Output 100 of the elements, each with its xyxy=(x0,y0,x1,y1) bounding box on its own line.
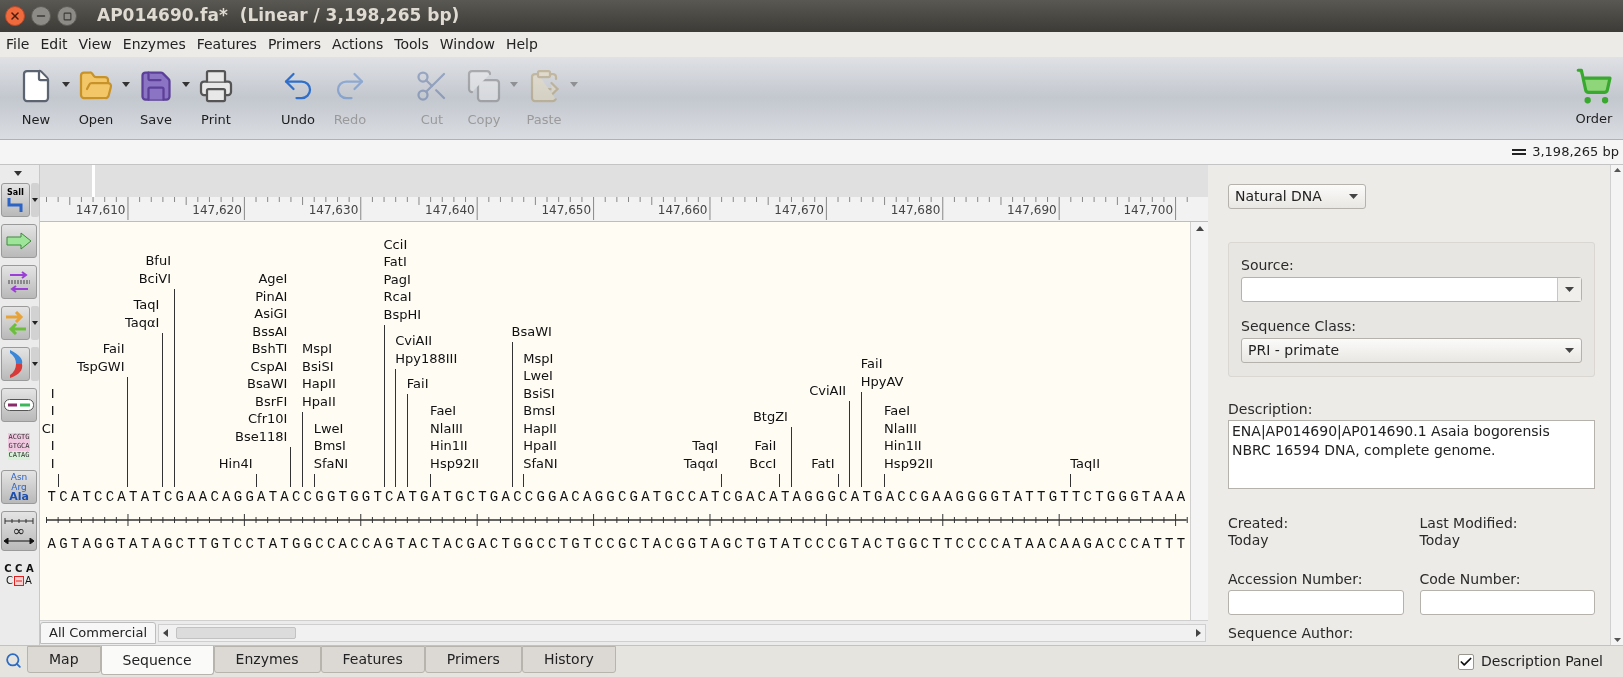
enzyme-label[interactable]: HpaII xyxy=(523,437,557,455)
enzyme-label[interactable]: BsiSI xyxy=(523,384,555,402)
tool-button[interactable]: SalI xyxy=(1,183,30,217)
minimize-button[interactable] xyxy=(31,6,51,26)
enzyme-label[interactable]: BtgZI xyxy=(752,407,788,425)
enzyme-label[interactable]: TaqI xyxy=(133,296,160,314)
enzyme-label[interactable]: HapII xyxy=(302,375,336,393)
enzyme-label[interactable]: CviAII xyxy=(809,381,847,399)
enzyme-label[interactable]: NlaIII xyxy=(884,419,917,437)
tool-button[interactable] xyxy=(1,347,30,381)
enzyme-label[interactable]: AgeI xyxy=(258,270,288,288)
view-tab[interactable]: History xyxy=(521,646,616,673)
view-tab[interactable]: Primers xyxy=(424,646,522,673)
description-panel-checkbox[interactable] xyxy=(1458,653,1475,670)
enzyme-label[interactable]: AsiGI xyxy=(254,305,288,323)
enzyme-label[interactable]: TaqI xyxy=(692,437,719,455)
enzyme-label[interactable]: I xyxy=(50,402,55,420)
enzyme-label[interactable]: TaqαI xyxy=(124,313,160,331)
enzyme-label[interactable]: BshTI xyxy=(251,340,288,358)
enzyme-label[interactable]: HapII xyxy=(523,419,557,437)
tool-dropdown[interactable] xyxy=(31,183,39,217)
caret-icon[interactable] xyxy=(14,171,22,176)
order-button[interactable]: Order xyxy=(1575,67,1613,129)
enzyme-label[interactable]: TspGWI xyxy=(76,357,125,375)
caret-icon[interactable] xyxy=(62,82,70,88)
scroll-left-icon[interactable] xyxy=(163,629,168,637)
enzyme-label[interactable]: TaqII xyxy=(1070,454,1100,472)
enzyme-label[interactable]: FaiI xyxy=(406,374,429,392)
toolbar-button[interactable]: Save xyxy=(130,66,182,130)
enzyme-label[interactable]: BmsI xyxy=(523,402,556,420)
enzyme-label[interactable]: SfaNI xyxy=(313,454,349,472)
enzyme-label[interactable]: BspHI xyxy=(383,305,422,323)
menu-item[interactable]: Window xyxy=(434,34,500,55)
enzyme-label[interactable]: Cfr10I xyxy=(248,410,288,428)
tool-dropdown[interactable] xyxy=(31,347,39,381)
enzyme-label[interactable]: BssAI xyxy=(252,322,288,340)
caret-icon[interactable] xyxy=(122,82,130,88)
enzyme-label[interactable]: Hsp92II xyxy=(430,454,480,472)
menu-item[interactable]: Tools xyxy=(389,34,434,55)
tool-dropdown[interactable] xyxy=(31,306,39,340)
enzyme-label[interactable]: I xyxy=(50,437,55,455)
enzyme-label[interactable]: CviAII xyxy=(395,332,433,350)
enzyme-label[interactable]: BsiSI xyxy=(302,357,334,375)
enzyme-label[interactable]: BciVI xyxy=(138,269,172,287)
menu-item[interactable]: Edit xyxy=(35,34,73,55)
enzyme-label[interactable]: NlaIII xyxy=(430,419,463,437)
source-combo[interactable] xyxy=(1241,277,1582,302)
enzyme-label[interactable]: PinAI xyxy=(255,287,288,305)
enzyme-label[interactable]: BfuI xyxy=(145,252,172,270)
enzyme-label[interactable]: CI xyxy=(41,419,55,437)
toolbar-button[interactable]: Print xyxy=(190,66,242,130)
toolbar-button[interactable]: Open xyxy=(70,66,122,130)
enzyme-label[interactable]: HpyAV xyxy=(860,372,904,390)
enzyme-label[interactable]: CciI xyxy=(383,235,408,253)
enzyme-label[interactable]: BccI xyxy=(749,454,777,472)
enzyme-label[interactable]: Hin1II xyxy=(430,437,468,455)
enzyme-label[interactable]: Hsp92II xyxy=(884,454,934,472)
toolbar-button[interactable]: Undo xyxy=(272,66,324,130)
view-tab[interactable]: Features xyxy=(320,646,425,673)
horizontal-scrollbar[interactable] xyxy=(158,624,1206,642)
enzyme-label[interactable]: FatI xyxy=(383,253,407,271)
enzyme-label[interactable]: RcaI xyxy=(383,288,412,306)
molecule-type-dropdown[interactable]: Natural DNA xyxy=(1228,184,1366,209)
enzyme-label[interactable]: FatI xyxy=(811,454,835,472)
enzyme-label[interactable]: MspI xyxy=(523,349,554,367)
vertical-scrollbar[interactable] xyxy=(1610,165,1623,645)
enzyme-label[interactable]: FaiI xyxy=(754,437,777,455)
view-tab[interactable]: Map xyxy=(27,646,101,673)
description-field[interactable]: ENA|AP014690|AP014690.1 Asaia bogorensis NBRC 16594 DNA, complete genome. xyxy=(1228,420,1595,489)
menu-item[interactable]: File xyxy=(1,34,35,55)
tool-button[interactable]: C C A C A xyxy=(1,558,37,592)
toolbar-button[interactable]: New xyxy=(10,66,62,130)
enzyme-label[interactable]: PagI xyxy=(383,270,411,288)
enzyme-label[interactable]: FaiI xyxy=(102,340,125,358)
enzyme-label[interactable]: I xyxy=(50,384,55,402)
enzyme-label[interactable]: BmsI xyxy=(313,437,346,455)
tool-button[interactable] xyxy=(1,388,37,422)
tool-button[interactable] xyxy=(1,265,37,299)
menu-item[interactable]: View xyxy=(73,34,117,55)
menu-item[interactable]: Help xyxy=(500,34,543,55)
tool-button[interactable]: Asn Arg Ala xyxy=(1,470,37,504)
enzyme-label[interactable]: FaeI xyxy=(430,402,457,420)
enzyme-label[interactable]: SfaNI xyxy=(523,454,558,472)
enzyme-label[interactable]: CspAI xyxy=(250,357,288,375)
menu-item[interactable]: Features xyxy=(191,34,262,55)
scroll-up-icon[interactable] xyxy=(1613,168,1621,172)
caret-icon[interactable] xyxy=(182,82,190,88)
scroll-right-icon[interactable] xyxy=(1196,629,1201,637)
enzyme-label[interactable]: Bse118I xyxy=(235,427,288,445)
menu-item[interactable]: Primers xyxy=(262,34,327,55)
enzyme-label[interactable]: TaqαI xyxy=(683,454,719,472)
enzyme-label[interactable]: BsrFI xyxy=(255,392,288,410)
enzyme-label[interactable]: HpaII xyxy=(302,392,336,410)
enzyme-label[interactable]: Hpy188III xyxy=(395,349,458,367)
code-field[interactable] xyxy=(1419,590,1595,615)
vertical-scrollbar[interactable] xyxy=(1190,222,1208,620)
scroll-thumb[interactable] xyxy=(176,627,296,639)
accession-field[interactable] xyxy=(1228,590,1404,615)
close-button[interactable] xyxy=(5,6,25,26)
menu-item[interactable]: Actions xyxy=(327,34,389,55)
